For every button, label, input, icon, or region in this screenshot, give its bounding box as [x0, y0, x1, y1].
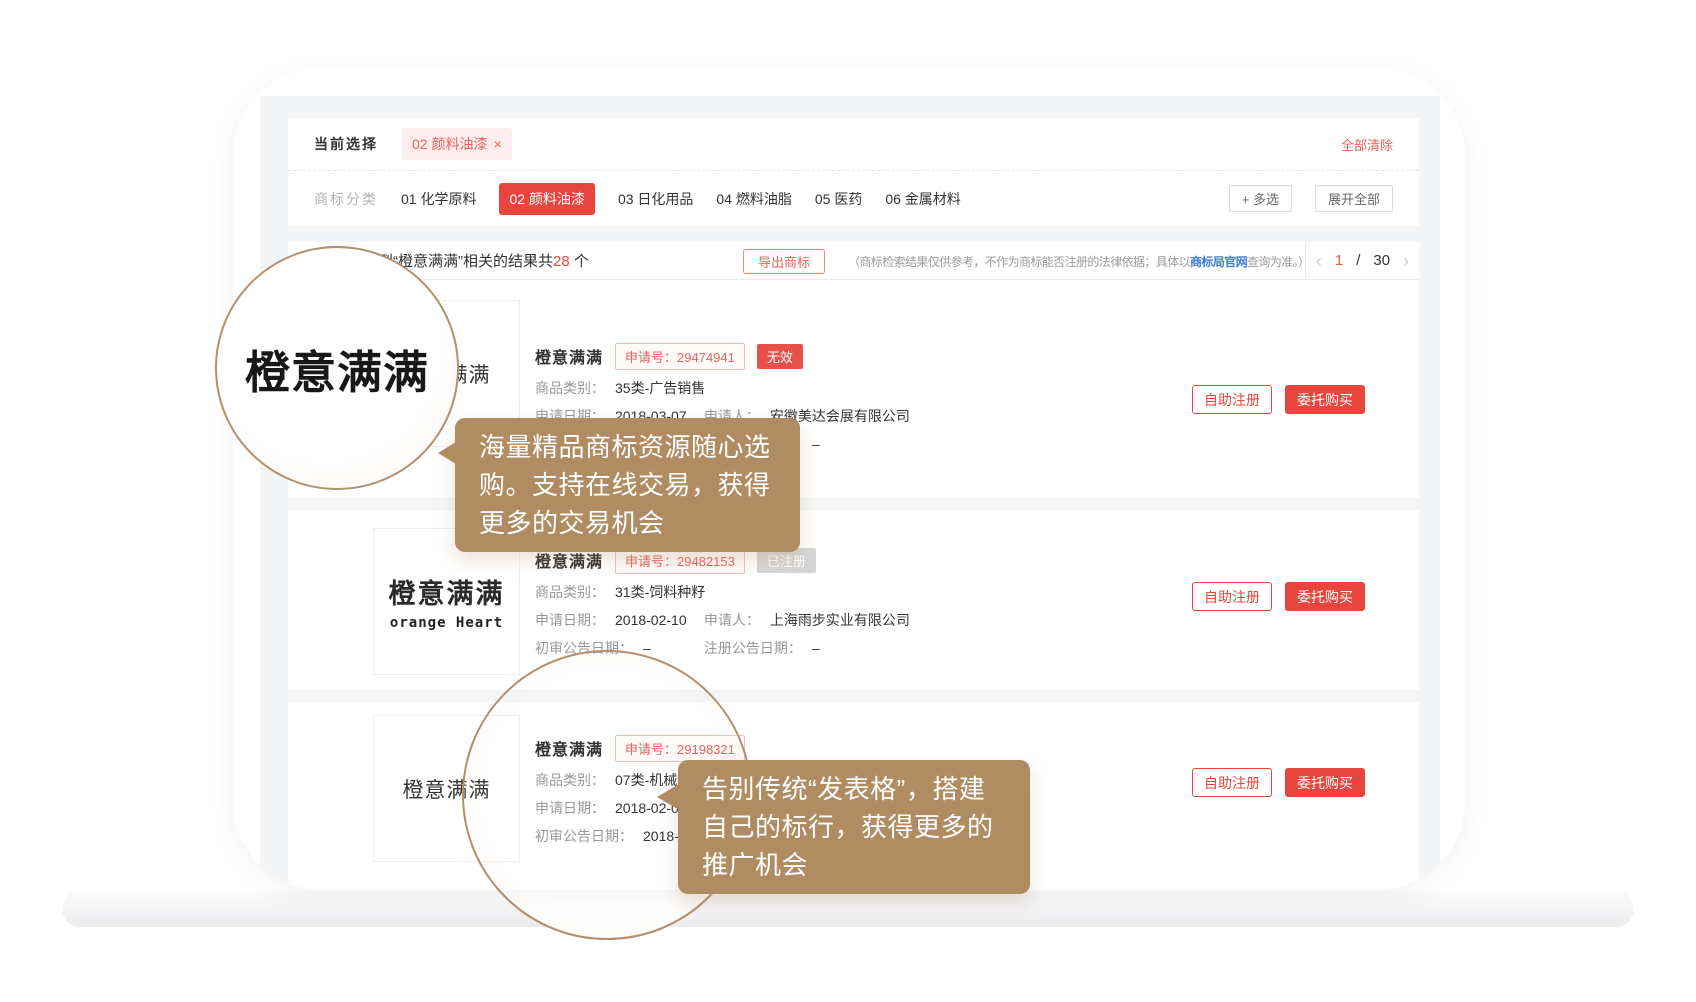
prev-page-icon[interactable]: ‹ — [1316, 252, 1322, 270]
callout-promotion: 告别传统“发表格”，搭建 自己的标行，获得更多的 推广机会 — [678, 760, 1030, 894]
entrust-purchase-button[interactable]: 委托购买 — [1285, 582, 1365, 611]
category-01[interactable]: 01 化学原料 — [401, 189, 476, 209]
callout-tail — [438, 442, 456, 464]
trademark-name: 橙意满满 — [535, 344, 603, 368]
total-pages: 30 — [1373, 252, 1390, 269]
magnified-trademark-text: 橙意满满 — [245, 336, 429, 401]
current-selection-row: 当前选择 02 颜料油漆 × 全部清除 — [288, 118, 1419, 170]
current-page: 1 — [1335, 252, 1343, 269]
export-trademarks-button[interactable]: 导出商标 — [743, 249, 825, 274]
self-register-button[interactable]: 自助注册 — [1192, 768, 1272, 797]
laptop-base — [62, 891, 1634, 927]
category-05[interactable]: 05 医药 — [815, 189, 862, 209]
pagination: ‹ 1 / 30 › — [1305, 242, 1419, 279]
trademark-name: 橙意满满 — [535, 736, 603, 760]
current-selection-label: 当前选择 — [314, 134, 378, 154]
application-no-badge: 申请号：29198321 — [615, 735, 745, 762]
magnifier-circle-1: 橙意满满 — [215, 246, 459, 490]
application-no-badge: 申请号：29474941 — [615, 343, 745, 370]
trademark-office-link[interactable]: 商标局官网 — [1190, 253, 1247, 270]
category-bar-label: 商标分类 — [314, 189, 378, 209]
row-gap — [288, 690, 1419, 702]
category-02-selected[interactable]: 02 颜料油漆 — [499, 183, 594, 215]
callout-tail — [657, 784, 679, 810]
entrust-purchase-button[interactable]: 委托购买 — [1285, 385, 1365, 414]
multi-select-button[interactable]: + 多选 — [1229, 185, 1292, 212]
next-page-icon[interactable]: › — [1403, 252, 1409, 270]
category-03[interactable]: 03 日化用品 — [618, 189, 693, 209]
selected-filter-tag[interactable]: 02 颜料油漆 × — [402, 128, 512, 160]
self-register-button[interactable]: 自助注册 — [1192, 582, 1272, 611]
results-header: 为您检索到“橙意满满”相关的结果共28 个 导出商标 （商标检索结果仅供参考，不… — [288, 242, 1419, 280]
filter-panel: 当前选择 02 颜料油漆 × 全部清除 商标分类 01 化学原料 02 颜料油漆… — [288, 118, 1419, 226]
filter-tag-text: 02 颜料油漆 — [412, 134, 487, 154]
results-count: 28 — [553, 253, 570, 270]
status-badge: 无效 — [757, 344, 803, 369]
callout-marketplace: 海量精品商标资源随心选 购。支持在线交易，获得 更多的交易机会 — [455, 418, 800, 552]
clear-all-button[interactable]: 全部清除 — [1341, 135, 1393, 154]
entrust-purchase-button[interactable]: 委托购买 — [1285, 768, 1365, 797]
self-register-button[interactable]: 自助注册 — [1192, 385, 1272, 414]
page-separator: / — [1356, 252, 1360, 269]
category-04[interactable]: 04 燃料油脂 — [716, 189, 791, 209]
expand-all-button[interactable]: 展开全部 — [1315, 185, 1393, 212]
trademark-logo: 橙意满满 — [373, 715, 520, 862]
page: 当前选择 02 颜料油漆 × 全部清除 商标分类 01 化学原料 02 颜料油漆… — [0, 0, 1696, 1002]
trademark-details: 橙意满满 申请号：29482153 已注册 商品类别：31类-饲料种籽 申请日期… — [535, 548, 910, 666]
disclaimer-text: （商标检索结果仅供参考，不作为商标能否注册的法律依据；具体以商标局官网查询为准。… — [848, 242, 1303, 280]
category-bar: 商标分类 01 化学原料 02 颜料油漆 03 日化用品 04 燃料油脂 05 … — [288, 171, 1419, 226]
category-06[interactable]: 06 金属材料 — [885, 189, 960, 209]
close-icon[interactable]: × — [493, 136, 501, 152]
